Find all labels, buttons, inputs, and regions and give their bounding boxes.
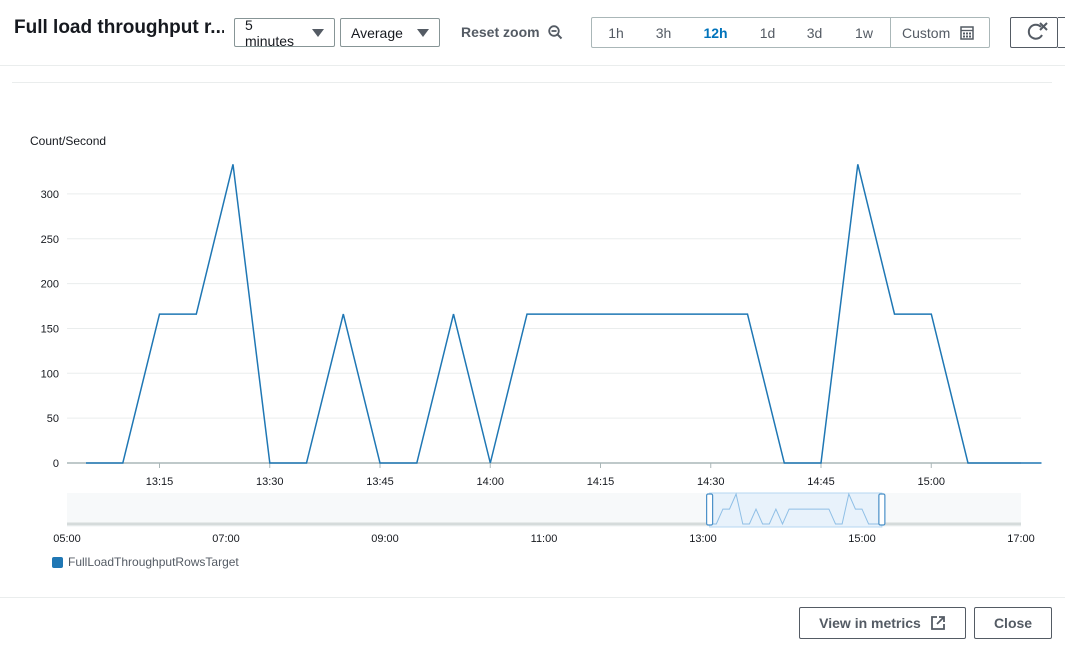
line-chart[interactable]: 0 50 100 150 200 250 300 13:15 13:30 13:45 14:00 1…	[0, 0, 1065, 597]
navigator-tick-label: 05:00	[53, 533, 81, 545]
view-in-metrics-button[interactable]: View in metrics	[799, 607, 966, 639]
view-in-metrics-label: View in metrics	[819, 615, 921, 631]
y-tick-label: 0	[53, 458, 59, 470]
x-tick-label: 13:45	[366, 476, 394, 488]
time-navigator[interactable]: 05:00 07:00 09:00 11:00 13:00 15:00 17:00	[53, 492, 1035, 545]
data-point[interactable]	[487, 460, 493, 466]
data-point[interactable]	[304, 460, 310, 466]
data-point[interactable]	[230, 161, 236, 167]
data-point[interactable]	[818, 460, 824, 466]
y-tick-label: 50	[47, 413, 59, 425]
x-tick-label: 14:45	[807, 476, 835, 488]
data-point[interactable]	[855, 161, 861, 167]
data-point[interactable]	[267, 460, 273, 466]
y-tick-label: 150	[41, 323, 59, 335]
navigator-tick-label: 17:00	[1007, 533, 1035, 545]
data-point[interactable]	[561, 311, 567, 317]
data-point[interactable]	[451, 311, 457, 317]
external-link-icon	[930, 616, 945, 630]
data-point[interactable]	[892, 311, 898, 317]
data-point[interactable]	[965, 460, 971, 466]
data-point[interactable]	[671, 311, 677, 317]
data-point[interactable]	[708, 311, 714, 317]
y-tick-label: 250	[41, 234, 59, 246]
data-point[interactable]	[340, 311, 346, 317]
data-point[interactable]	[157, 311, 163, 317]
chart-legend: FullLoadThroughputRowsTarget	[52, 555, 239, 569]
navigator-tick-label: 13:00	[689, 533, 717, 545]
data-point[interactable]	[1039, 460, 1045, 466]
data-point[interactable]	[120, 460, 126, 466]
footer-divider	[0, 597, 1065, 598]
data-point[interactable]	[524, 311, 530, 317]
data-point[interactable]	[745, 311, 751, 317]
x-tick-label: 13:15	[146, 476, 174, 488]
navigator-tick-label: 07:00	[212, 533, 240, 545]
navigator-selection[interactable]	[709, 492, 883, 528]
data-point[interactable]	[1002, 460, 1008, 466]
y-tick-label: 100	[41, 368, 59, 380]
navigator-left-handle[interactable]	[706, 493, 714, 526]
x-tick-label: 15:00	[917, 476, 945, 488]
data-point[interactable]	[193, 311, 199, 317]
x-tick-label: 14:15	[587, 476, 615, 488]
x-tick-label: 13:30	[256, 476, 284, 488]
navigator-tick-label: 15:00	[848, 533, 876, 545]
y-tick-label: 200	[41, 279, 59, 291]
data-point[interactable]	[83, 460, 89, 466]
navigator-tick-label: 09:00	[371, 533, 399, 545]
navigator-tick-label: 11:00	[531, 533, 558, 545]
y-tick-label: 300	[41, 189, 59, 201]
close-button[interactable]: Close	[974, 607, 1052, 639]
x-tick-label: 14:30	[697, 476, 725, 488]
legend-label[interactable]: FullLoadThroughputRowsTarget	[68, 555, 239, 569]
data-point[interactable]	[377, 460, 383, 466]
data-point[interactable]	[598, 311, 604, 317]
data-point[interactable]	[928, 311, 934, 317]
x-tick-label: 14:00	[476, 476, 504, 488]
data-point[interactable]	[781, 460, 787, 466]
data-point[interactable]	[414, 460, 420, 466]
navigator-right-handle[interactable]	[878, 493, 886, 526]
data-point[interactable]	[634, 311, 640, 317]
legend-swatch	[52, 556, 63, 568]
